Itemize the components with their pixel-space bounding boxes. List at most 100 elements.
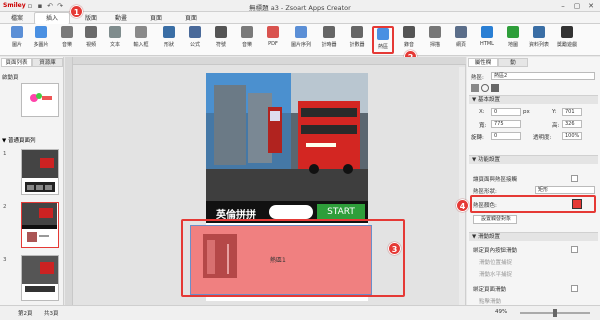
height-input[interactable]: 326 [562, 120, 582, 128]
name-input[interactable] [269, 205, 313, 219]
page-thumbnail-3[interactable] [21, 255, 59, 301]
tool-button-9[interactable]: 音樂 [236, 26, 258, 54]
tool-label: 符號 [215, 42, 226, 48]
width-input[interactable]: 775 [491, 120, 521, 128]
tool-label: 圖片 [11, 42, 22, 48]
y-input[interactable]: 701 [562, 108, 582, 116]
height-label: 高: [552, 123, 560, 129]
width-label: 寬: [479, 123, 487, 129]
tool-icon-7 [189, 26, 201, 38]
tool-icon-4 [109, 26, 121, 38]
tool-button-19[interactable]: 地圖 [502, 26, 524, 54]
tool-button-17[interactable]: 網頁 [450, 26, 472, 54]
page-number: 2 [3, 204, 7, 210]
menu-insert[interactable]: 插入 [34, 12, 70, 24]
hotzone-element[interactable]: 熱區1 [190, 225, 372, 295]
tool-button-13[interactable]: 計數器 [346, 26, 368, 54]
tool-button-20[interactable]: 資料列表 [528, 26, 550, 54]
title-bar: Smiley ▫ ▪ ↶ ↷ 無標題 a3 - Zsoart Apps Crea… [0, 0, 600, 12]
page-thumbnail-1[interactable] [21, 149, 59, 195]
name-label: 熱區: [471, 75, 484, 81]
maximize-icon[interactable]: ▢ [570, 1, 584, 11]
scroll-option-3: 滑動水平捕捉 [479, 272, 513, 278]
tool-button-2[interactable]: 音樂 [56, 26, 78, 54]
tool-icon-0 [11, 26, 23, 38]
tool-button-18[interactable]: HTML [476, 26, 498, 54]
intro-page-thumbnail[interactable] [21, 83, 59, 117]
x-label: X: [479, 109, 485, 115]
scroll-checkbox-1[interactable] [571, 246, 578, 253]
tool-icon-13 [351, 26, 363, 38]
tool-icon-6 [163, 26, 175, 38]
vertical-ruler [65, 57, 73, 305]
tool-button-4[interactable]: 文本 [104, 26, 126, 54]
tool-button-14[interactable]: 熱區 [372, 26, 394, 54]
zoom-slider-handle[interactable] [553, 309, 557, 317]
link-icon[interactable] [491, 84, 499, 92]
minimize-icon[interactable]: – [556, 1, 570, 11]
auto-trigger-label: 讓頁面與熱區接觸 [473, 177, 518, 183]
function-settings-group[interactable]: ▼ 功能設置 [469, 155, 598, 164]
menu-page-2[interactable]: 頁面 [180, 13, 202, 24]
tool-button-6[interactable]: 形狀 [158, 26, 180, 54]
tool-icon-2 [61, 26, 73, 38]
tool-button-16[interactable]: 掃描 [424, 26, 446, 54]
shape-select[interactable]: 矩形 [535, 186, 595, 194]
tool-button-8[interactable]: 符號 [210, 26, 232, 54]
tool-button-5[interactable]: 輸入框 [130, 26, 152, 54]
normal-section-label: ▼ 普通頁面列 [2, 138, 36, 144]
properties-icon[interactable] [471, 84, 479, 92]
scroll-settings-group[interactable]: ▼ 滑動設置 [469, 232, 598, 241]
close-icon[interactable]: ✕ [584, 1, 598, 11]
tool-button-11[interactable]: 圖片序列 [290, 26, 312, 54]
tool-button-0[interactable]: 圖片 [6, 26, 28, 54]
settings-icon[interactable] [481, 84, 489, 92]
scroll-option-1: 綁定頁內按鈕滑動 [473, 248, 518, 254]
tab-actions[interactable]: 動 [498, 58, 528, 67]
opacity-label: 透明度: [533, 135, 552, 141]
start-button[interactable]: START [317, 204, 365, 220]
menu-animation[interactable]: 動畫 [110, 13, 132, 24]
tool-button-21[interactable]: 獎勵遊戲 [556, 26, 578, 54]
tool-label: 多圖片 [33, 42, 49, 48]
vertical-scrollbar[interactable] [459, 67, 465, 305]
page-thumbnail-2[interactable] [21, 202, 59, 248]
tab-resource-library[interactable]: 資源庫 [32, 58, 63, 67]
set-trigger-button[interactable]: 設置觸發對象 [473, 215, 517, 224]
menu-layout[interactable]: 版面 [80, 13, 102, 24]
tool-button-1[interactable]: 多圖片 [30, 26, 52, 54]
tool-button-10[interactable]: PDF [262, 26, 284, 54]
tool-icon-8 [215, 26, 227, 38]
menu-page[interactable]: 頁面 [145, 13, 167, 24]
color-swatch[interactable] [572, 199, 582, 209]
page-number: 1 [3, 151, 7, 157]
horizontal-ruler [65, 57, 466, 65]
tool-button-3[interactable]: 視頻 [80, 26, 102, 54]
opacity-select[interactable]: 100% [562, 132, 582, 140]
tool-label: 獎勵遊戲 [556, 42, 577, 48]
scroll-checkbox-4[interactable] [571, 285, 578, 292]
tab-properties[interactable]: 屬性欄 [468, 58, 498, 67]
status-bar: 第2頁 共3頁 49% [0, 305, 600, 320]
menu-file[interactable]: 檔案 [6, 13, 28, 24]
rotation-input[interactable]: 0 [491, 132, 521, 140]
tool-icon-15 [403, 26, 415, 38]
rotation-label: 旋轉: [471, 135, 484, 141]
tool-button-7[interactable]: 公式 [184, 26, 206, 54]
page-number: 3 [3, 257, 7, 263]
tool-label: 文本 [109, 42, 120, 48]
tool-button-12[interactable]: 計時器 [318, 26, 340, 54]
tool-icon-1 [35, 26, 47, 38]
x-input[interactable]: 0 [491, 108, 521, 116]
design-canvas[interactable]: 英倫拼拼 START 熱區1 3 [65, 57, 466, 305]
tool-icon-18 [481, 26, 493, 38]
name-input[interactable]: 熱區2 [491, 72, 595, 80]
tool-label: 掃描 [429, 42, 440, 48]
basic-settings-group[interactable]: ▼ 基本設置 [469, 95, 598, 104]
auto-trigger-checkbox[interactable] [571, 175, 578, 182]
tab-page-list[interactable]: 頁面列表 [1, 58, 32, 67]
page-list-panel: 頁面列表 資源庫 啟動頁 ▼ 普通頁面列 1 2 3 [0, 57, 64, 305]
tool-icon-5 [135, 26, 147, 38]
tool-label: 資料列表 [528, 42, 549, 48]
color-label: 熱區顏色: [473, 203, 497, 209]
